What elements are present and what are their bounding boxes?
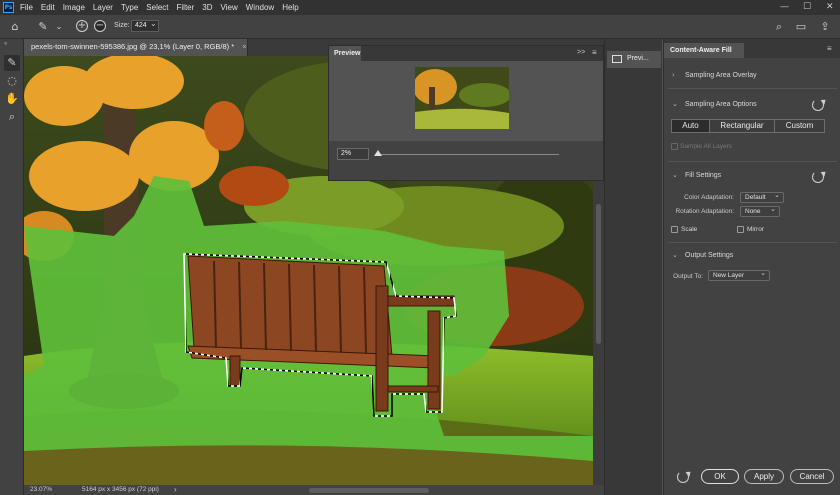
close-document-icon[interactable]: ×: [242, 42, 246, 51]
content-aware-fill-panel: Content-Aware Fill ≡ › Sampling Area Ove…: [663, 39, 840, 495]
sampling-overlay-section[interactable]: Sampling Area Overlay: [685, 72, 757, 79]
status-bar: 23.07% 5164 px x 3456 px (72 ppi) ›: [24, 485, 604, 495]
home-icon[interactable]: ⌂: [8, 20, 22, 34]
size-label: Size:: [114, 22, 130, 29]
caf-panel-title[interactable]: Content-Aware Fill: [664, 43, 744, 58]
color-adaptation-label: Color Adaptation:: [684, 194, 734, 201]
menu-3d[interactable]: 3D: [202, 3, 212, 12]
tool-preset-chevron-icon[interactable]: ⌄: [52, 20, 66, 34]
sampling-rectangular-button[interactable]: Rectangular: [709, 119, 775, 133]
document-title: pexels-tom-swinnen-595386.jpg @ 23,1% (L…: [31, 42, 235, 51]
output-to-label: Output To:: [673, 273, 703, 280]
preview-body: [329, 61, 603, 141]
scale-label: Scale: [681, 226, 698, 233]
output-to-dropdown[interactable]: New Layer: [708, 269, 770, 281]
divider: [668, 88, 837, 89]
reset-sampling-icon[interactable]: [812, 99, 824, 111]
apply-button[interactable]: Apply: [744, 469, 784, 484]
collapsed-panel-column: Previ...: [604, 39, 662, 495]
collapsed-preview-label: Previ...: [627, 55, 649, 62]
horizontal-scroll-thumb[interactable]: [309, 488, 429, 493]
menu-filter[interactable]: Filter: [177, 3, 195, 12]
divider: [668, 161, 837, 162]
menu-window[interactable]: Window: [246, 3, 274, 12]
menu-image[interactable]: Image: [63, 3, 85, 12]
menu-help[interactable]: Help: [282, 3, 298, 12]
scale-checkbox[interactable]: [671, 226, 678, 233]
preview-thumbnail: [415, 67, 509, 129]
workspace-icon[interactable]: ▭: [794, 20, 808, 34]
expand-caret-icon[interactable]: ›: [672, 71, 675, 79]
document-tab[interactable]: pexels-tom-swinnen-595386.jpg @ 23,1% (L…: [24, 39, 248, 56]
divider: [668, 242, 837, 243]
expand-caret-icon[interactable]: ⌄: [672, 171, 678, 179]
menu-view[interactable]: View: [221, 3, 238, 12]
menu-bar: Ps File Edit Image Layer Type Select Fil…: [0, 0, 840, 15]
menu-select[interactable]: Select: [146, 3, 168, 12]
mirror-checkbox[interactable]: [737, 226, 744, 233]
document-dimensions: 5164 px x 3456 px (72 ppi): [82, 486, 159, 493]
collapse-tools-icon[interactable]: «: [4, 41, 7, 47]
zoom-tool-icon[interactable]: ⌕: [4, 109, 20, 125]
search-icon[interactable]: ⌕: [772, 20, 786, 34]
brush-tool-icon[interactable]: ✎: [36, 20, 50, 34]
add-to-mask-button[interactable]: +: [76, 20, 88, 32]
reset-fill-settings-icon[interactable]: [812, 171, 824, 183]
preview-zoom-slider-handle[interactable]: [374, 150, 382, 156]
preview-panel-icon: [612, 55, 622, 63]
reset-all-icon[interactable]: [677, 471, 689, 483]
menu-edit[interactable]: Edit: [41, 3, 55, 12]
caf-panel-menu-icon[interactable]: ≡: [827, 44, 832, 53]
lasso-tool-icon[interactable]: ◌: [4, 73, 20, 89]
mirror-label: Mirror: [747, 226, 764, 233]
status-arrow-icon[interactable]: ›: [174, 485, 177, 494]
preview-zoom-slider[interactable]: [377, 154, 559, 155]
fill-settings-section[interactable]: Fill Settings: [685, 172, 721, 179]
expand-caret-icon[interactable]: ⌄: [672, 100, 678, 108]
color-adaptation-dropdown[interactable]: Default: [740, 191, 784, 203]
preview-panel: Preview >> ≡ 2%: [328, 45, 604, 181]
preview-zoom-input[interactable]: 2%: [337, 148, 369, 160]
sampling-options-section[interactable]: Sampling Area Options: [685, 101, 757, 108]
subtract-from-mask-button[interactable]: −: [94, 20, 106, 32]
preview-tab[interactable]: Preview: [329, 46, 361, 61]
cancel-button[interactable]: Cancel: [790, 469, 834, 484]
share-icon[interactable]: ⇪: [818, 20, 832, 34]
sampling-brush-tool-icon[interactable]: ✎: [4, 55, 20, 71]
sample-all-layers-checkbox[interactable]: [671, 143, 678, 150]
maximize-button[interactable]: ☐: [803, 2, 811, 12]
sample-all-layers-label: Sample All Layers: [680, 143, 733, 150]
minimize-button[interactable]: —: [780, 2, 789, 12]
expand-caret-icon[interactable]: ⌄: [672, 251, 678, 259]
menu-layer[interactable]: Layer: [93, 3, 113, 12]
sampling-custom-button[interactable]: Custom: [774, 119, 825, 133]
preview-zoom-bar: 2%: [329, 142, 603, 180]
photoshop-logo: Ps: [3, 2, 14, 13]
panel-menu-icon[interactable]: ≡: [592, 48, 597, 57]
menu-type[interactable]: Type: [121, 3, 138, 12]
collapsed-preview-tab[interactable]: Previ...: [607, 51, 661, 68]
size-dropdown-icon[interactable]: ⌄: [150, 19, 157, 28]
rotation-adaptation-dropdown[interactable]: None: [740, 205, 780, 217]
close-window-button[interactable]: ✕: [826, 2, 834, 12]
menu-file[interactable]: File: [20, 3, 33, 12]
output-settings-section[interactable]: Output Settings: [685, 252, 733, 259]
preview-panel-header: [329, 46, 603, 61]
sampling-auto-button[interactable]: Auto: [671, 119, 710, 133]
vertical-scroll-thumb[interactable]: [596, 204, 601, 344]
hand-tool-icon[interactable]: ✋: [4, 91, 20, 107]
tools-panel: « ✎ ◌ ✋ ⌕: [0, 39, 24, 495]
rotation-adaptation-label: Rotation Adaptation:: [675, 208, 734, 215]
collapse-panel-icon[interactable]: >>: [577, 49, 585, 56]
ok-button[interactable]: OK: [701, 469, 739, 484]
options-bar: ⌂ ✎ ⌄ + − Size: 424 ⌄ ⌕ ▭ ⇪: [0, 15, 840, 39]
zoom-readout[interactable]: 23.07%: [30, 486, 52, 493]
